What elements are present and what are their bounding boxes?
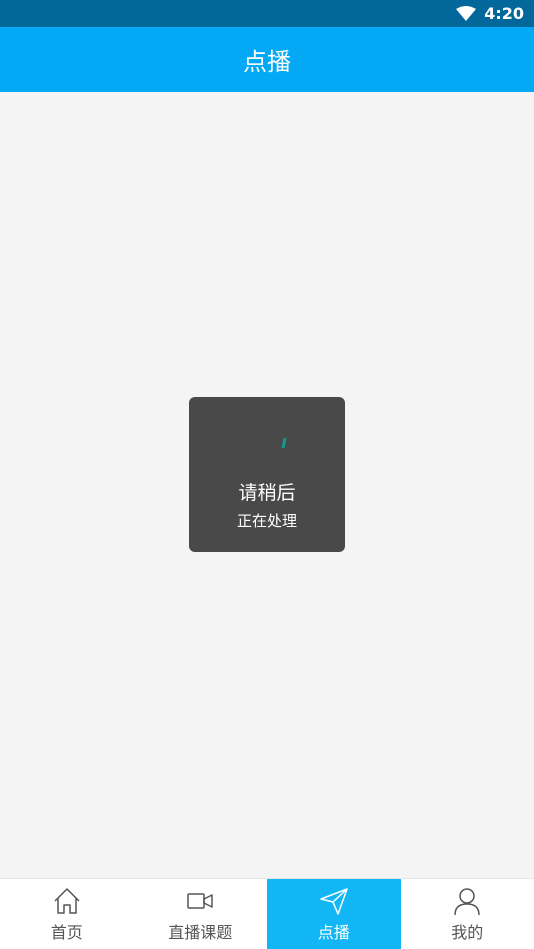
loading-dialog-message: 正在处理 <box>236 512 297 530</box>
status-bar: 4:20 <box>0 0 534 27</box>
tab-on-demand[interactable]: 点播 <box>267 879 401 949</box>
tab-mine[interactable]: 我的 <box>401 879 534 949</box>
tab-on-demand-label: 点播 <box>317 923 350 942</box>
video-camera-icon <box>187 893 213 909</box>
wifi-icon <box>456 5 477 21</box>
loading-dialog-title: 请稍后 <box>238 482 296 504</box>
tab-mine-label: 我的 <box>451 923 484 942</box>
user-icon <box>454 888 480 916</box>
tab-home-label: 首页 <box>50 923 83 942</box>
loading-dialog: 请稍后 正在处理 <box>189 397 345 552</box>
tab-live-topics-label: 直播课题 <box>168 923 233 942</box>
tab-home[interactable]: 首页 <box>0 879 134 949</box>
page-title: 点播 <box>243 48 291 76</box>
status-time: 4:20 <box>484 4 524 23</box>
paper-plane-icon <box>320 888 348 915</box>
app-bar: 点播 <box>0 27 534 92</box>
loading-spinner-icon <box>281 437 287 449</box>
home-icon <box>54 888 80 914</box>
tab-live-topics[interactable]: 直播课题 <box>134 879 268 949</box>
bottom-tab-bar: 首页 直播课题 点播 我的 <box>0 878 534 949</box>
